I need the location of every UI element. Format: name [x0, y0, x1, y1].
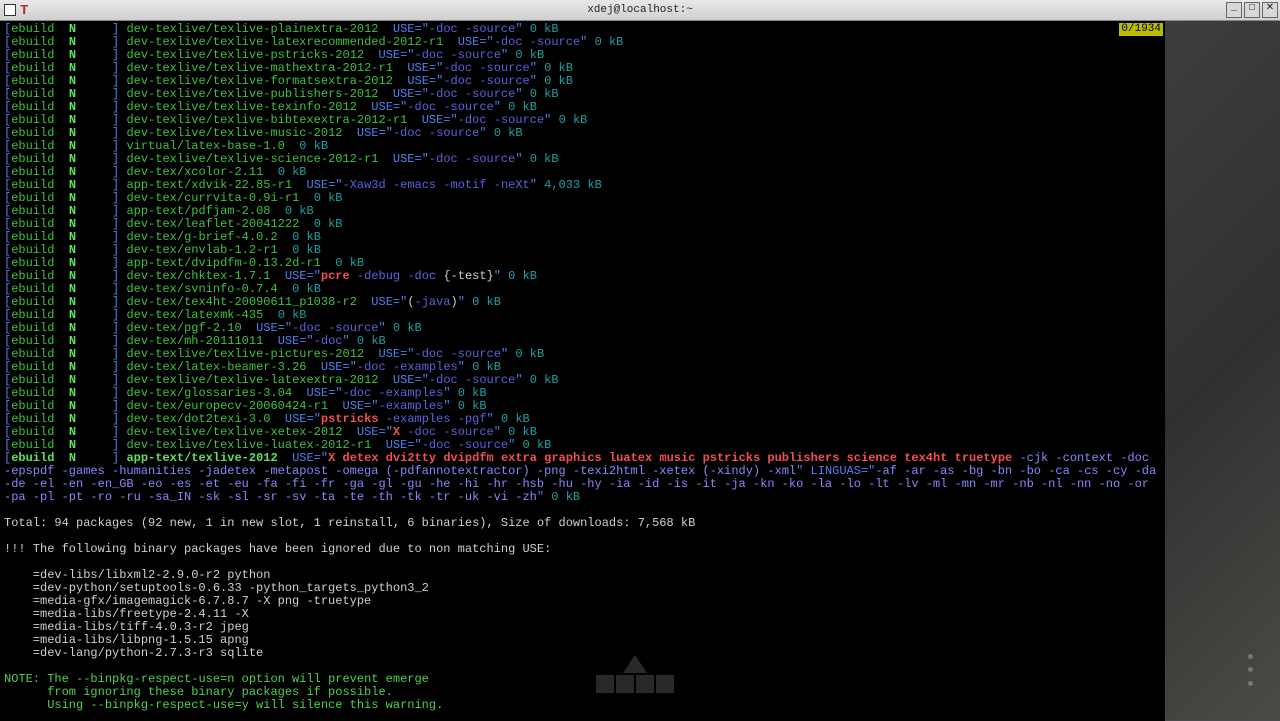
terminal-area[interactable]: 0/1934 [ebuild N ] dev-texlive/texlive-p…: [0, 21, 1165, 721]
menu-dots-icon[interactable]: [1240, 650, 1260, 690]
window-icon-1: [4, 4, 16, 16]
window-titlebar[interactable]: T xdej@localhost:~ _ □ ✕: [0, 0, 1280, 21]
close-button[interactable]: ✕: [1262, 2, 1278, 18]
terminal-icon: T: [20, 3, 34, 17]
ignored-package: =dev-lang/python-2.7.3-r3 sqlite: [4, 647, 1161, 660]
scroll-indicator: 0/1934: [1119, 23, 1163, 36]
note-line: Using --binpkg-respect-use=y will silenc…: [4, 699, 1161, 712]
package-line-final: [ebuild N ] app-text/texlive-2012 USE="X…: [4, 452, 1161, 504]
summary-line: Total: 94 packages (92 new, 1 in new slo…: [4, 517, 1161, 530]
window-title: xdej@localhost:~: [587, 4, 693, 16]
warning-line: !!! The following binary packages have b…: [4, 543, 1161, 556]
maximize-button[interactable]: □: [1244, 2, 1260, 18]
desktop-background: [1165, 20, 1280, 720]
minimize-button[interactable]: _: [1226, 2, 1242, 18]
